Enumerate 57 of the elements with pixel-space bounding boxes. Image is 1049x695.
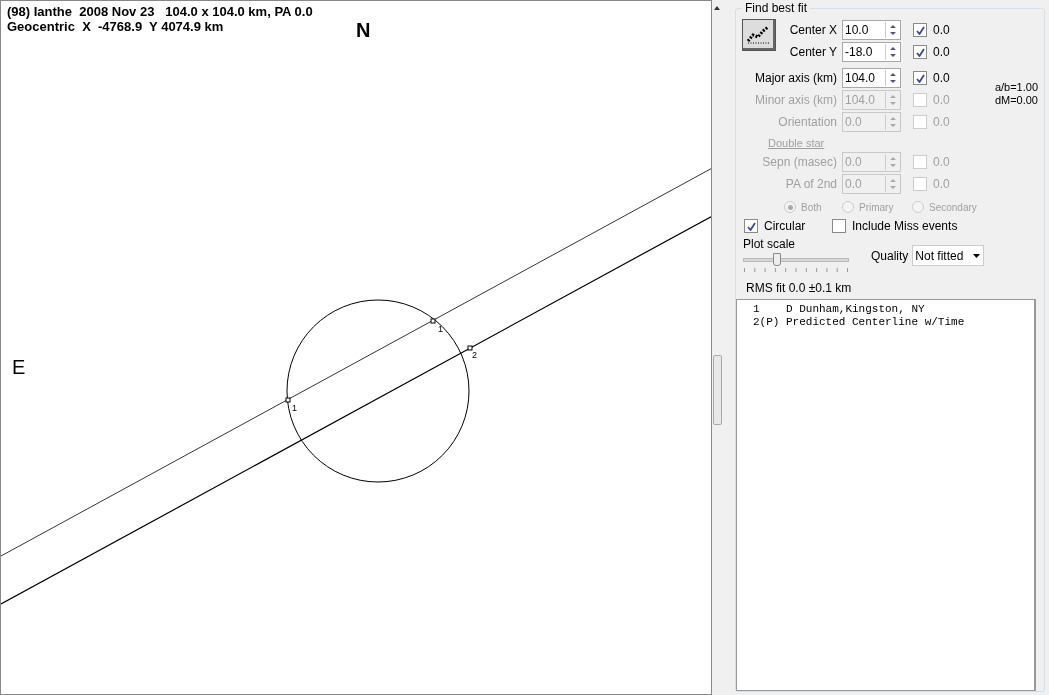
spin-field[interactable]: 10.0 xyxy=(842,20,901,40)
ratio-text: a/b=1.00 xyxy=(994,81,1038,94)
checkbox[interactable] xyxy=(744,219,758,233)
plot-header: (98) Ianthe 2008 Nov 23 104.0 x 104.0 km, PA 0.0 xyxy=(7,4,313,19)
plot-scale-slider[interactable] xyxy=(743,253,849,265)
checkbox[interactable] xyxy=(913,45,927,59)
list-item[interactable]: 1 D Dunham,Kingston, NY xyxy=(753,303,1034,316)
double-star-link[interactable]: Double star xyxy=(768,137,825,149)
checkbox[interactable] xyxy=(913,23,927,37)
plot-header: Geocentric X -4768.9 Y 4074.9 km xyxy=(7,19,225,34)
checkbox[interactable] xyxy=(832,219,846,233)
field-label: Major axis (km) xyxy=(754,71,838,85)
dm-text: dM=0.00 xyxy=(994,94,1038,107)
quality-dropdown[interactable]: Not fitted xyxy=(912,245,985,266)
splitter-grip[interactable] xyxy=(713,355,722,425)
radio-option[interactable]: Secondary xyxy=(912,201,992,213)
field-label: PA of 2nd xyxy=(784,177,838,191)
fit-result: 0.0 xyxy=(933,45,950,59)
field-label: Minor axis (km) xyxy=(754,93,838,107)
spin-field[interactable]: 104.0 xyxy=(842,68,901,88)
fit-button[interactable] xyxy=(742,19,776,51)
east-label: E xyxy=(12,356,26,378)
fit-result: 0.0 xyxy=(933,177,950,191)
event-marker xyxy=(430,318,436,324)
checkbox[interactable] xyxy=(913,71,927,85)
fit-result: 0.0 xyxy=(933,155,950,169)
fit-result: 0.0 xyxy=(933,93,950,107)
fit-result: 0.0 xyxy=(933,71,950,85)
event-marker xyxy=(285,397,291,403)
checkmark-icon xyxy=(915,73,925,83)
north-label: N xyxy=(356,19,371,41)
list-item[interactable]: 2(P) Predicted Centerline w/Time xyxy=(753,316,1034,329)
chord-number: 1 xyxy=(292,403,297,413)
checkmark-icon xyxy=(746,221,756,231)
checkbox-label: Circular xyxy=(764,219,806,233)
chord-number: 2 xyxy=(472,350,477,360)
dropdown-caret-icon xyxy=(973,253,981,258)
field-label: Center Y xyxy=(788,45,838,59)
radio-option[interactable]: Primary xyxy=(842,201,912,213)
event-marker xyxy=(467,345,473,351)
chord-number: 1 xyxy=(438,324,443,334)
group-title: Find best fit xyxy=(742,1,811,15)
field-label: Sepn (masec) xyxy=(761,155,838,169)
checkbox-label: Include Miss events xyxy=(852,219,958,233)
quality-label: Quality xyxy=(871,248,909,263)
scroll-up-icon[interactable] xyxy=(714,6,720,10)
fit-result: 0.0 xyxy=(933,115,950,129)
rms-text: RMS fit 0.0 ±0.1 km xyxy=(746,281,853,295)
slider-thumb[interactable] xyxy=(773,253,781,266)
field-label: Orientation xyxy=(777,115,838,129)
field-label: Center X xyxy=(788,23,838,37)
checkmark-icon xyxy=(915,25,925,35)
radio-option[interactable]: Both xyxy=(784,201,842,213)
plot-scale-label: Plot scale xyxy=(743,237,797,251)
spin-field[interactable]: -18.0 xyxy=(842,42,901,62)
checkmark-icon xyxy=(915,47,925,57)
fit-result: 0.0 xyxy=(933,23,950,37)
